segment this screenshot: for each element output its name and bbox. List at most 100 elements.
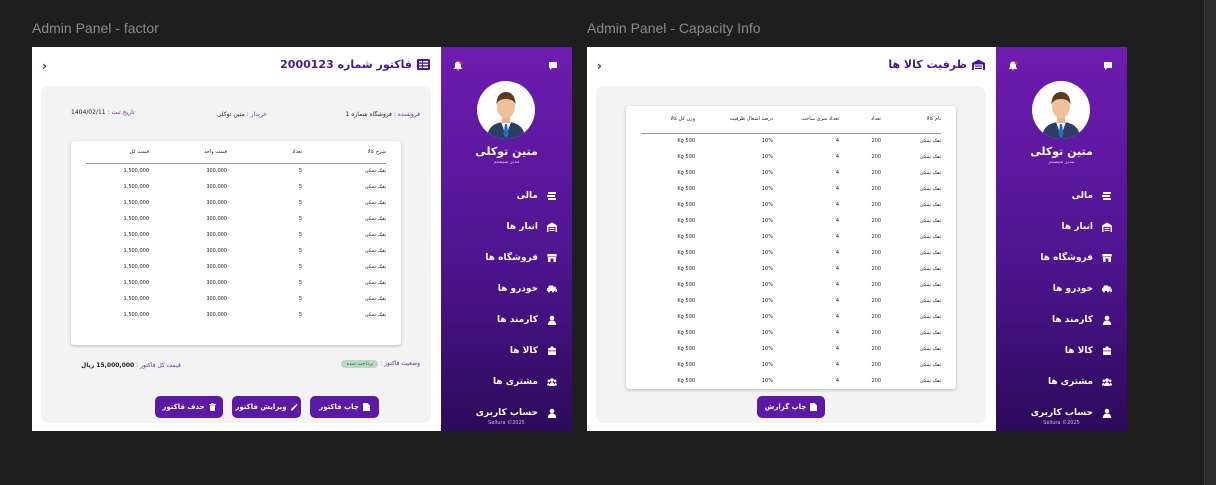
table-cell: 4 <box>835 170 839 176</box>
table-cell: 4 <box>835 250 839 256</box>
table-row[interactable]: پفک نمکی 200 4 10% 500 Kg <box>641 213 941 229</box>
chat-icon[interactable] <box>1103 61 1113 71</box>
user-name: متین توکلی <box>1030 145 1093 158</box>
table-cell: 1,500,000 <box>123 248 149 254</box>
table-row[interactable]: پفک نمکی 200 4 10% 500 Kg <box>641 341 941 357</box>
table-row[interactable]: پفک نمکی 200 4 10% 500 Kg <box>641 309 941 325</box>
table-row[interactable]: پفک نمکی 5 300,000 1,500,000 <box>86 211 386 227</box>
delete-invoice-label: حذف فاکتور <box>162 403 205 411</box>
back-chevron-icon[interactable]: ‹ <box>42 59 47 73</box>
seller-info: فروشنده : فروشگاه شماره 1 <box>346 111 420 118</box>
sidebar-item-finance[interactable]: مالی <box>441 180 572 211</box>
table-row[interactable]: پفک نمکی 5 300,000 1,500,000 <box>86 195 386 211</box>
table-cell: 500 Kg <box>677 234 695 240</box>
sidebar-item-goods[interactable]: کالا ها <box>441 335 572 366</box>
table-row[interactable]: پفک نمکی 5 300,000 1,500,000 <box>86 227 386 243</box>
table-row[interactable]: پفک نمکی 200 4 10% 500 Kg <box>641 245 941 261</box>
table-row[interactable]: پفک نمکی 200 4 10% 500 Kg <box>641 133 941 149</box>
capacity-table-body: پفک نمکی 200 4 10% 500 Kg پفک نمکی 200 4 10% 500 … <box>641 133 941 389</box>
table-row[interactable]: پفک نمکی 200 4 10% 500 Kg <box>641 149 941 165</box>
chat-icon[interactable] <box>548 61 558 71</box>
edit-invoice-button[interactable]: ویرایش فاکتور <box>232 396 301 418</box>
sidebar-item-finance[interactable]: مالی <box>996 180 1127 211</box>
avatar[interactable] <box>1032 81 1090 139</box>
sidebar-item-stores[interactable]: فروشگاه ها <box>996 242 1127 273</box>
sidebar-item-stores[interactable]: فروشگاه ها <box>441 242 572 273</box>
table-cell: پفک نمکی <box>919 186 941 192</box>
table-row[interactable]: پفک نمکی 200 4 10% 500 Kg <box>641 293 941 309</box>
avatar[interactable] <box>477 81 535 139</box>
table-cell: 200 <box>871 202 881 208</box>
bell-icon[interactable] <box>453 61 463 71</box>
table-row[interactable]: پفک نمکی 5 300,000 1,500,000 <box>86 243 386 259</box>
sidebar-item-goods[interactable]: کالا ها <box>996 335 1127 366</box>
column-header: قیمت واحد <box>149 141 227 164</box>
sidebar-item-warehouses[interactable]: انبار ها <box>996 211 1127 242</box>
table-row[interactable]: پفک نمکی 200 4 10% 500 Kg <box>641 373 941 389</box>
canvas-scrollbar[interactable] <box>1204 0 1216 485</box>
table-cell: 1,500,000 <box>123 200 149 206</box>
table-cell: 500 Kg <box>677 154 695 160</box>
table-cell: 200 <box>871 170 881 176</box>
table-row[interactable]: پفک نمکی 5 300,000 1,500,000 <box>86 275 386 291</box>
table-row[interactable]: پفک نمکی 200 4 10% 500 Kg <box>641 197 941 213</box>
table-cell: 500 Kg <box>677 362 695 368</box>
table-cell: 4 <box>835 202 839 208</box>
table-row[interactable]: پفک نمکی 200 4 10% 500 Kg <box>641 357 941 373</box>
print-invoice-button[interactable]: چاپ فاکتور <box>310 396 379 418</box>
table-row[interactable]: پفک نمکی 200 4 10% 500 Kg <box>641 261 941 277</box>
table-cell: 300,000 <box>206 216 227 222</box>
sidebar-item-warehouses[interactable]: انبار ها <box>441 211 572 242</box>
sidebar-item-label: کارمند ها <box>1052 314 1093 325</box>
sidebar-item-customers[interactable]: مشتری ها <box>996 366 1127 397</box>
table-cell: 4 <box>835 266 839 272</box>
table-row[interactable]: پفک نمکی 5 300,000 1,500,000 <box>86 291 386 307</box>
table-row[interactable]: پفک نمکی 200 4 10% 500 Kg <box>641 325 941 341</box>
sidebar-item-label: خودرو ها <box>1052 283 1093 294</box>
sidebar: متین توکلی مدیر سیستم مالی انبار ها فروش… <box>996 47 1127 431</box>
table-cell: 10% <box>761 266 773 272</box>
table-row[interactable]: پفک نمکی 200 4 10% 500 Kg <box>641 277 941 293</box>
table-row[interactable]: پفک نمکی 5 300,000 1,500,000 <box>86 307 386 323</box>
status-label: وضعیت فاکتور : <box>380 360 420 367</box>
column-header: تعداد <box>227 141 302 164</box>
table-cell: 10% <box>761 170 773 176</box>
table-cell: 500 Kg <box>677 170 695 176</box>
sidebar-item-label: مالی <box>516 190 538 201</box>
factor-frame: فاکتور شماره 2000123 ‹ فروشنده : فروشگاه… <box>32 47 572 431</box>
table-row[interactable]: پفک نمکی 200 4 10% 500 Kg <box>641 229 941 245</box>
table-cell: پفک نمکی <box>919 154 941 160</box>
table-cell: پفک نمکی <box>919 266 941 272</box>
table-row[interactable]: پفک نمکی 200 4 10% 500 Kg <box>641 181 941 197</box>
bell-icon[interactable] <box>1008 61 1018 71</box>
sidebar-item-customers[interactable]: مشتری ها <box>441 366 572 397</box>
table-cell: 10% <box>761 202 773 208</box>
back-chevron-icon[interactable]: ‹ <box>597 59 602 73</box>
table-row[interactable]: پفک نمکی 5 300,000 1,500,000 <box>86 163 386 179</box>
table-cell: 10% <box>761 282 773 288</box>
print-report-button[interactable]: چاپ گزارش <box>757 396 825 418</box>
table-cell: 200 <box>871 186 881 192</box>
delete-invoice-button[interactable]: حذف فاکتور <box>155 396 223 418</box>
table-cell: پفک نمکی <box>364 168 386 175</box>
table-cell: 4 <box>835 298 839 304</box>
table-cell: پفک نمکی <box>919 138 941 145</box>
table-row[interactable]: پفک نمکی 5 300,000 1,500,000 <box>86 259 386 275</box>
table-row[interactable]: پفک نمکی 5 300,000 1,500,000 <box>86 179 386 195</box>
invoice-panel: فروشنده : فروشگاه شماره 1 خریدار : متین … <box>41 86 431 423</box>
table-cell: پفک نمکی <box>919 218 941 224</box>
sidebar-item-vehicles[interactable]: خودرو ها <box>996 273 1127 304</box>
document-icon <box>810 403 818 411</box>
warehouse-icon <box>547 222 557 232</box>
table-cell: 500 Kg <box>677 186 695 192</box>
sidebar-item-employees[interactable]: کارمند ها <box>996 304 1127 335</box>
table-cell: پفک نمکی <box>919 250 941 256</box>
sidebar-item-employees[interactable]: کارمند ها <box>441 304 572 335</box>
sidebar-item-vehicles[interactable]: خودرو ها <box>441 273 572 304</box>
table-cell: 1,500,000 <box>123 216 149 222</box>
table-row[interactable]: پفک نمکی 200 4 10% 500 Kg <box>641 165 941 181</box>
capacity-panel: نام کالا تعداد تعداد متری ساخت درصد اشغا… <box>596 86 986 423</box>
employee-icon <box>1102 315 1112 325</box>
table-cell: پفک نمکی <box>919 346 941 352</box>
print-report-label: چاپ گزارش <box>764 403 807 411</box>
